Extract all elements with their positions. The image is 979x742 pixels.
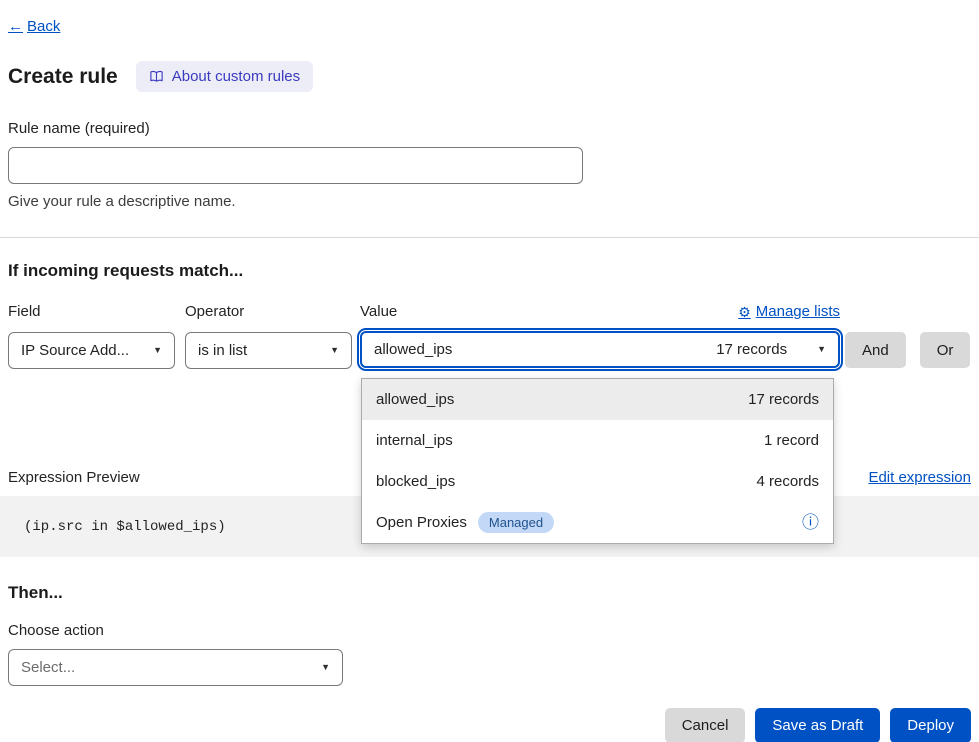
rule-name-group: Rule name (required) Give your rule a de… [8, 120, 971, 210]
field-select-value: IP Source Add... [21, 342, 129, 359]
operator-label: Operator [185, 304, 352, 320]
create-rule-page: ← Back Create rule About custom rules Ru… [0, 0, 979, 742]
value-column: Value ⚙ Manage lists allowed_ips 17 reco… [360, 304, 840, 368]
operator-select[interactable]: is in list ▼ [185, 332, 352, 369]
list-option-name: blocked_ips [376, 473, 455, 490]
managed-badge: Managed [478, 512, 554, 533]
info-icon[interactable]: ⓘ [802, 514, 819, 531]
rule-name-label: Rule name (required) [8, 120, 971, 137]
action-select-placeholder: Select... [21, 659, 75, 676]
chevron-down-icon: ▼ [330, 346, 339, 355]
chevron-down-icon: ▼ [153, 346, 162, 355]
cancel-button[interactable]: Cancel [665, 708, 746, 742]
operator-column: Operator is in list ▼ [185, 304, 352, 369]
rule-name-help: Give your rule a descriptive name. [8, 193, 971, 210]
deploy-button[interactable]: Deploy [890, 708, 971, 742]
list-option-name-wrap: Open Proxies Managed [376, 512, 554, 533]
and-or-buttons: And Or [845, 304, 970, 368]
gear-icon: ⚙ [738, 304, 751, 320]
chevron-down-icon: ▼ [817, 345, 826, 354]
manage-lists-link[interactable]: ⚙ Manage lists [738, 304, 840, 320]
back-arrow-icon: ← [8, 18, 23, 35]
page-title: Create rule [8, 65, 118, 89]
list-option-blocked-ips[interactable]: blocked_ips 4 records [362, 461, 833, 502]
expression-preview-label: Expression Preview [8, 469, 140, 486]
list-option-name: Open Proxies [376, 514, 467, 531]
list-option-name: allowed_ips [376, 391, 454, 408]
value-select-wrap: allowed_ips 17 records ▼ allowed_ips 17 … [360, 331, 840, 368]
value-select[interactable]: allowed_ips 17 records ▼ [360, 331, 840, 368]
section-divider [0, 237, 979, 238]
list-option-detail: 17 records [748, 391, 819, 408]
field-select[interactable]: IP Source Add... ▼ [8, 332, 175, 369]
manage-lists-label: Manage lists [756, 304, 840, 320]
chevron-down-icon: ▼ [321, 663, 330, 672]
list-option-internal-ips[interactable]: internal_ips 1 record [362, 420, 833, 461]
action-select[interactable]: Select... ▼ [8, 649, 343, 686]
about-custom-rules-link[interactable]: About custom rules [136, 61, 313, 92]
then-section-title: Then... [8, 583, 971, 603]
and-button[interactable]: And [845, 332, 906, 368]
operator-select-value: is in list [198, 342, 247, 359]
list-option-open-proxies[interactable]: Open Proxies Managed ⓘ [362, 502, 833, 543]
title-row: Create rule About custom rules [8, 61, 971, 92]
rule-name-input[interactable] [8, 147, 583, 184]
edit-expression-link[interactable]: Edit expression [868, 469, 971, 486]
list-option-name: internal_ips [376, 432, 453, 449]
condition-row: Field IP Source Add... ▼ Operator is in … [8, 304, 971, 369]
back-label: Back [27, 18, 60, 35]
choose-action-label: Choose action [8, 622, 971, 639]
or-button[interactable]: Or [920, 332, 971, 368]
list-option-allowed-ips[interactable]: allowed_ips 17 records [362, 379, 833, 420]
field-column: Field IP Source Add... ▼ [8, 304, 175, 369]
footer-actions: Cancel Save as Draft Deploy [8, 708, 971, 742]
back-link[interactable]: ← Back [8, 18, 60, 35]
value-select-value: allowed_ips [374, 341, 452, 358]
value-label: Value [360, 304, 397, 320]
book-icon [149, 69, 164, 84]
list-option-detail: 4 records [756, 473, 819, 490]
save-as-draft-button[interactable]: Save as Draft [755, 708, 880, 742]
value-select-records: 17 records [716, 341, 787, 358]
value-dropdown: allowed_ips 17 records internal_ips 1 re… [361, 378, 834, 544]
list-option-detail: 1 record [764, 432, 819, 449]
match-section-title: If incoming requests match... [8, 261, 971, 281]
value-label-row: Value ⚙ Manage lists [360, 304, 840, 320]
expression-code: (ip.src in $allowed_ips) [24, 519, 226, 535]
field-label: Field [8, 304, 175, 320]
value-select-right: 17 records ▼ [716, 341, 826, 358]
about-custom-rules-label: About custom rules [172, 68, 300, 85]
